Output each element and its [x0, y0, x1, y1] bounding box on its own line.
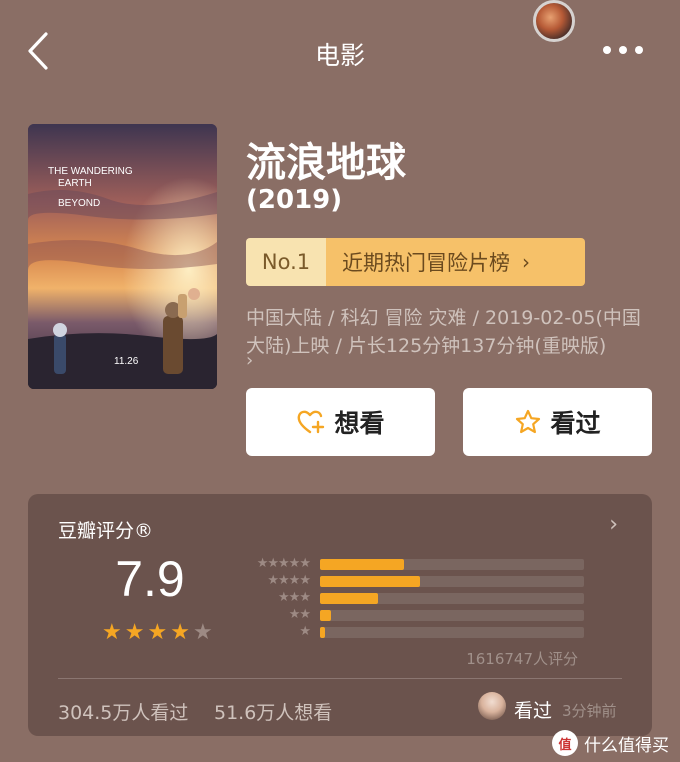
top-bar: 电影: [0, 0, 680, 100]
star-outline-icon: [516, 409, 541, 434]
rating-count: 1616747人评分: [466, 650, 578, 668]
rating-dist-row: ★: [238, 624, 584, 640]
heart-plus-icon: [298, 410, 325, 434]
avatar[interactable]: [478, 692, 506, 720]
more-button[interactable]: [602, 40, 644, 60]
dist-bar: [320, 592, 379, 604]
star-full-icon: ★: [102, 620, 122, 645]
dist-bar: [320, 609, 331, 621]
divider: [58, 678, 622, 679]
dist-track: [320, 609, 584, 621]
dist-track: [320, 575, 584, 587]
dist-stars-label: ★★★★: [267, 573, 311, 588]
chevron-right-icon: ›: [522, 250, 530, 274]
dist-stars-label: ★★★: [278, 590, 311, 605]
rating-card-title: 豆瓣评分®: [58, 520, 154, 542]
user-status: 看过: [514, 700, 553, 722]
watermark-text: 什么值得买: [584, 735, 669, 756]
rank-number: No.1: [246, 238, 326, 286]
watched-count[interactable]: 304.5万人看过: [58, 698, 188, 725]
dist-bar: [320, 575, 421, 587]
rating-dist-row: ★★★★: [238, 573, 584, 589]
more-dots-icon: [603, 46, 643, 54]
rating-stars: ★ ★ ★ ★ ★: [102, 620, 213, 645]
rating-dist-row: ★★★★★: [238, 556, 584, 572]
watermark-logo: 值: [552, 730, 578, 756]
star-full-icon: ★: [170, 620, 190, 645]
star-full-icon: ★: [147, 620, 168, 645]
rating-dist-row: ★★★: [238, 590, 584, 606]
watched-button[interactable]: 看过: [463, 388, 652, 456]
rank-badge[interactable]: No.1 近期热门冒险片榜 ›: [246, 238, 585, 286]
svg-text:11.26: 11.26: [114, 356, 139, 367]
rating-dist-row: ★★: [238, 607, 584, 623]
movie-year: (2019): [246, 185, 343, 215]
star-full-icon: ★: [124, 620, 145, 645]
dist-bar: [320, 558, 405, 570]
watched-label: 看过: [550, 409, 601, 438]
svg-text:BEYOND: BEYOND: [58, 198, 100, 209]
want-to-watch-button[interactable]: 想看: [246, 388, 435, 456]
dist-track: [320, 558, 584, 570]
meta-expand-icon[interactable]: ›: [246, 350, 253, 371]
movie-poster[interactable]: THE WANDERING EARTH BEYOND 11.26: [28, 124, 217, 389]
dist-stars-label: ★: [299, 624, 311, 639]
svg-text:THE WANDERING: THE WANDERING: [48, 166, 133, 177]
svg-text:EARTH: EARTH: [58, 178, 92, 189]
page-title: 电影: [314, 41, 365, 70]
dist-stars-label: ★★★★★: [256, 556, 311, 571]
want-to-watch-label: 想看: [334, 409, 385, 438]
user-status-time: 3分钟前: [562, 702, 617, 720]
rating-score: 7.9: [115, 551, 185, 607]
poster-artwork: THE WANDERING EARTH BEYOND 11.26: [28, 124, 217, 389]
star-empty-icon: ★: [192, 620, 213, 645]
dist-stars-label: ★★: [288, 607, 311, 622]
dist-track: [320, 626, 584, 638]
dist-bar: [320, 626, 326, 638]
floating-avatar[interactable]: [533, 0, 575, 42]
rank-label-container: 近期热门冒险片榜 ›: [326, 238, 585, 286]
chevron-right-icon[interactable]: ›: [609, 512, 618, 537]
watermark: 值 什么值得买: [552, 730, 669, 756]
movie-title: 流浪地球: [246, 140, 406, 186]
movie-meta: 中国大陆 / 科幻 冒险 灾难 / 2019-02-05(中国大陆)上映 / 片…: [246, 307, 641, 357]
dist-track: [320, 592, 584, 604]
rating-card[interactable]: 豆瓣评分® › 7.9 ★ ★ ★ ★ ★ ★★★★★ ★★★★ ★★★ ★★ …: [28, 494, 652, 736]
want-count[interactable]: 51.6万人想看: [214, 698, 332, 725]
rank-label: 近期热门冒险片榜: [342, 251, 510, 275]
